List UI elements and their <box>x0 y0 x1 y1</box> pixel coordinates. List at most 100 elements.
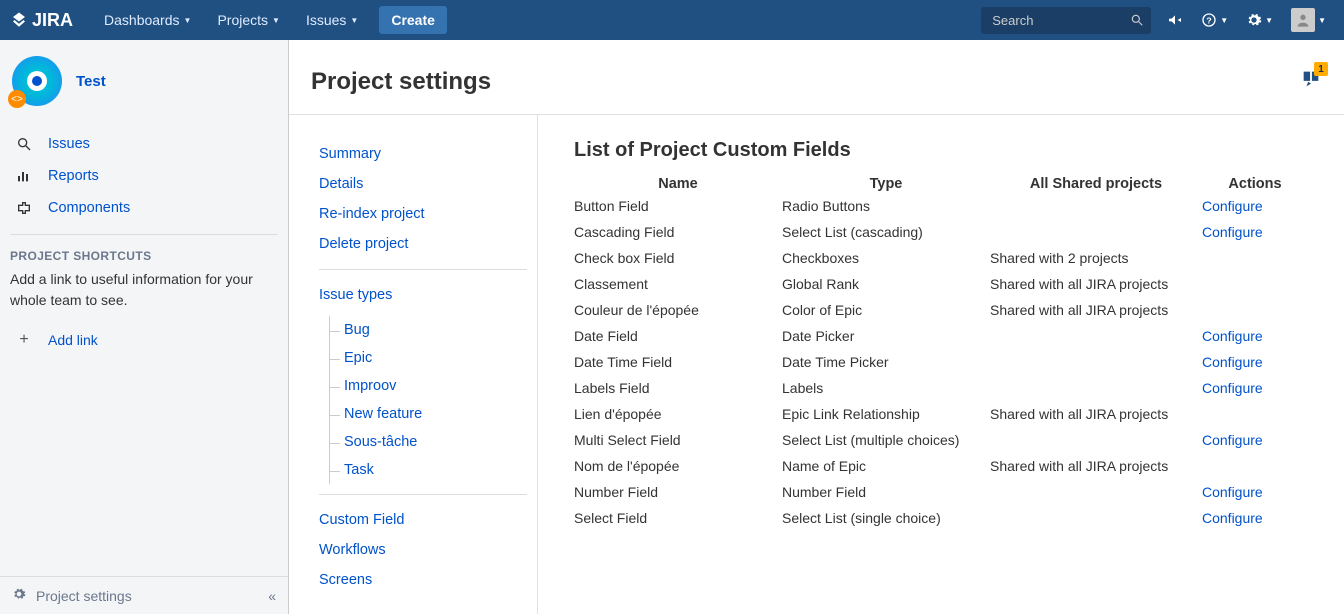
caret-down-icon: ▼ <box>272 16 280 25</box>
caret-down-icon: ▼ <box>350 16 358 25</box>
plus-icon: + <box>14 331 34 349</box>
field-type: Global Rank <box>782 271 990 297</box>
field-action: Configure <box>1202 219 1308 245</box>
nav-projects[interactable]: Projects▼ <box>204 0 293 40</box>
issue-type-item[interactable]: Epic <box>330 344 527 372</box>
table-row: Number FieldNumber Field Configure <box>574 479 1308 505</box>
field-name: Labels Field <box>574 375 782 401</box>
search-wrap <box>981 7 1151 34</box>
field-type: Name of Epic <box>782 453 990 479</box>
sidebar-item-issues[interactable]: Issues <box>10 128 278 160</box>
user-avatar[interactable]: ▼ <box>1291 8 1326 32</box>
page-title: Project settings <box>311 68 491 96</box>
field-action: Configure <box>1202 193 1308 219</box>
field-name: Date Field <box>574 323 782 349</box>
field-type: Select List (multiple choices) <box>782 427 990 453</box>
feedback-megaphone-icon[interactable] <box>1167 12 1183 28</box>
create-button[interactable]: Create <box>379 6 447 34</box>
configure-link[interactable]: Configure <box>1202 198 1263 214</box>
notification-badge: 1 <box>1314 62 1328 76</box>
collapse-sidebar-icon[interactable]: « <box>268 588 276 604</box>
field-action: Configure <box>1202 479 1308 505</box>
caret-down-icon: ▼ <box>1318 16 1326 25</box>
field-type: Select List (cascading) <box>782 219 990 245</box>
field-action <box>1202 453 1308 479</box>
settings-details[interactable]: Details <box>319 169 527 199</box>
issue-type-item[interactable]: Task <box>330 456 527 484</box>
project-type-badge: <> <box>8 90 26 108</box>
issue-type-item[interactable]: Bug <box>330 316 527 344</box>
issue-type-item[interactable]: Sous-tâche <box>330 428 527 456</box>
sidebar-item-label: Issues <box>48 136 90 152</box>
configure-link[interactable]: Configure <box>1202 224 1263 240</box>
configure-link[interactable]: Configure <box>1202 380 1263 396</box>
configure-link[interactable]: Configure <box>1202 510 1263 526</box>
content-header: Project settings 1 <box>289 40 1344 115</box>
configure-link[interactable]: Configure <box>1202 354 1263 370</box>
settings-summary[interactable]: Summary <box>319 139 527 169</box>
feedback-icon[interactable]: 1 <box>1300 68 1322 93</box>
jira-logo[interactable]: JIRA <box>10 10 73 31</box>
table-row: ClassementGlobal RankShared with all JIR… <box>574 271 1308 297</box>
col-shared: All Shared projects <box>990 176 1202 193</box>
nav-dashboards[interactable]: Dashboards▼ <box>91 0 204 40</box>
add-link-button[interactable]: + Add link <box>10 327 278 353</box>
field-type: Checkboxes <box>782 245 990 271</box>
sidebar-footer: Project settings « <box>0 576 288 614</box>
project-name: Test <box>76 73 106 90</box>
field-action <box>1202 271 1308 297</box>
search-input[interactable] <box>981 7 1151 34</box>
table-row: Lien d'épopéeEpic Link RelationshipShare… <box>574 401 1308 427</box>
sidebar-footer-label: Project settings <box>36 588 132 604</box>
sidebar-item-label: Components <box>48 200 130 216</box>
project-settings-link[interactable]: Project settings <box>12 587 132 604</box>
table-row: Select FieldSelect List (single choice)C… <box>574 505 1308 531</box>
jira-logo-icon <box>10 11 28 29</box>
table-row: Date FieldDate Picker Configure <box>574 323 1308 349</box>
field-name: Number Field <box>574 479 782 505</box>
settings-workflows[interactable]: Workflows <box>319 535 527 565</box>
field-action <box>1202 297 1308 323</box>
field-type: Select List (single choice) <box>782 505 990 531</box>
nav-right-icons: ? ▼ ▼ ▼ <box>1161 8 1334 32</box>
settings-issue-types[interactable]: Issue types <box>319 280 527 310</box>
help-icon[interactable]: ? ▼ <box>1201 12 1228 28</box>
configure-link[interactable]: Configure <box>1202 432 1263 448</box>
settings-gear-icon[interactable]: ▼ <box>1246 12 1273 28</box>
configure-link[interactable]: Configure <box>1202 484 1263 500</box>
search-icon[interactable] <box>1130 13 1144 30</box>
settings-reindex[interactable]: Re-index project <box>319 199 527 229</box>
field-type: Color of Epic <box>782 297 990 323</box>
settings-delete[interactable]: Delete project <box>319 229 527 259</box>
field-shared <box>990 427 1202 453</box>
field-type: Date Picker <box>782 323 990 349</box>
gear-icon <box>12 587 26 604</box>
field-name: Nom de l'épopée <box>574 453 782 479</box>
sidebar-item-components[interactable]: Components <box>10 192 278 224</box>
field-type: Number Field <box>782 479 990 505</box>
settings-screens[interactable]: Screens <box>319 565 527 595</box>
project-avatar: <> <box>12 56 62 106</box>
field-name: Date Time Field <box>574 349 782 375</box>
field-name: Classement <box>574 271 782 297</box>
table-title: List of Project Custom Fields <box>574 139 1308 162</box>
issue-type-item[interactable]: New feature <box>330 400 527 428</box>
field-shared <box>990 323 1202 349</box>
field-action: Configure <box>1202 349 1308 375</box>
sidebar-item-reports[interactable]: Reports <box>10 160 278 192</box>
settings-nav: Summary Details Re-index project Delete … <box>289 115 538 614</box>
issue-type-item[interactable]: Improov <box>330 372 527 400</box>
jira-logo-text: JIRA <box>32 10 73 31</box>
settings-custom-field[interactable]: Custom Field <box>319 505 527 535</box>
project-header[interactable]: <> Test <box>10 56 278 106</box>
field-type: Epic Link Relationship <box>782 401 990 427</box>
shortcuts-heading: PROJECT SHORTCUTS <box>10 249 278 263</box>
configure-link[interactable]: Configure <box>1202 328 1263 344</box>
caret-down-icon: ▼ <box>184 16 192 25</box>
nav-links: Dashboards▼ Projects▼ Issues▼ Create <box>91 0 447 40</box>
sidebar-item-label: Reports <box>48 168 99 184</box>
table-row: Button FieldRadio ButtonsConfigure <box>574 193 1308 219</box>
field-shared: Shared with all JIRA projects <box>990 297 1202 323</box>
nav-issues[interactable]: Issues▼ <box>293 0 371 40</box>
field-name: Multi Select Field <box>574 427 782 453</box>
